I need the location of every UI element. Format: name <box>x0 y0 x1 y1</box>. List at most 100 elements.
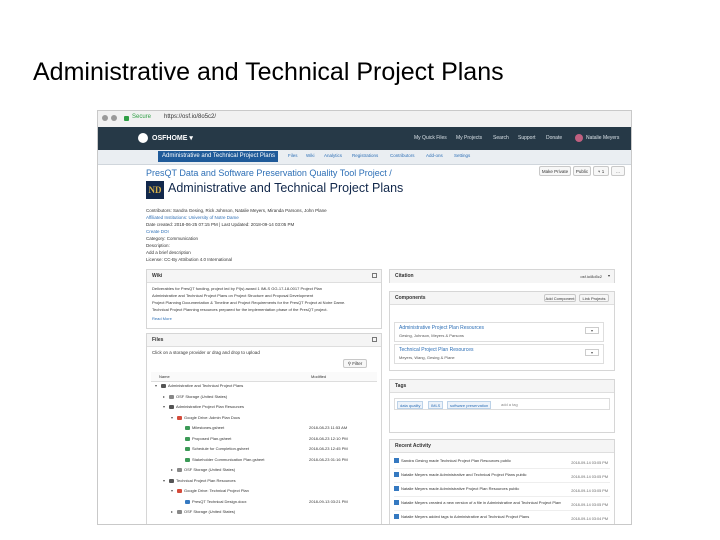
file-row[interactable]: Schedule for Completion.gsheet 2018-08-23… <box>151 445 371 454</box>
file-row[interactable]: ▾ Technical Project Plan Resources <box>151 477 371 486</box>
tags-panel: Tags data quality IMLS software preserva… <box>389 379 615 433</box>
add-tag-placeholder[interactable]: add a tag <box>501 402 518 407</box>
activity-text[interactable]: Natalie Meyers created a new version of … <box>401 500 561 505</box>
address-bar[interactable]: https://osf.io/8o5c2/ <box>164 114 216 120</box>
component-options-button[interactable]: ▾ <box>585 327 599 334</box>
file-icon <box>185 457 190 462</box>
parent-project-link[interactable]: PresQT Data and Software Preservation Qu… <box>146 168 392 178</box>
file-name[interactable]: Schedule for Completion.gsheet <box>192 446 249 451</box>
expand-icon[interactable] <box>372 337 377 342</box>
component-item[interactable]: Administrative Project Plan Resources Ge… <box>394 322 604 342</box>
tab-files[interactable]: Files <box>288 153 298 158</box>
link-projects-button[interactable]: Link Projects <box>579 294 609 302</box>
file-name[interactable]: Technical Project Plan Resources <box>176 478 236 483</box>
tab-wiki[interactable]: Wiki <box>306 153 315 158</box>
tab-settings[interactable]: Settings <box>454 153 470 158</box>
file-name[interactable]: Proposed Plan.gsheet <box>192 436 231 441</box>
description-add-link[interactable]: Add a brief description <box>146 250 191 255</box>
column-name[interactable]: Name <box>159 374 170 379</box>
expand-toggle-icon[interactable]: ▸ <box>163 394 165 399</box>
tab-registrations[interactable]: Registrations <box>352 153 378 158</box>
nav-my-projects[interactable]: My Projects <box>456 135 482 141</box>
back-icon[interactable] <box>102 115 108 121</box>
tab-addons[interactable]: Add-ons <box>426 153 443 158</box>
expand-toggle-icon[interactable]: ▾ <box>163 404 165 409</box>
file-icon <box>161 384 166 388</box>
activity-text[interactable]: Sandra Gesing made Technical Project Pla… <box>401 458 561 463</box>
activity-item: Natalie Meyers made Administrative Proje… <box>394 484 610 497</box>
nav-support[interactable]: Support <box>518 135 536 141</box>
file-row[interactable]: ▾ Administrative Project Plan Resources <box>151 403 371 412</box>
expand-toggle-icon[interactable]: ▾ <box>163 478 165 483</box>
file-row[interactable]: ▸ OSF Storage (United States) <box>151 466 371 475</box>
fork-button[interactable]: ⑂ 1 <box>593 166 609 176</box>
expand-toggle-icon[interactable]: ▾ <box>171 488 173 493</box>
file-row[interactable]: Proposed Plan.gsheet 2018-08-23 12:10 PM <box>151 435 371 444</box>
user-avatar <box>394 514 399 519</box>
contributors: Contributors: Sandra Gesing, Rick Johnso… <box>146 208 327 213</box>
expand-toggle-icon[interactable]: ▸ <box>171 467 173 472</box>
public-button[interactable]: Public <box>573 166 591 176</box>
components-panel: Components Add Component Link Projects A… <box>389 291 615 371</box>
expand-toggle-icon[interactable]: ▾ <box>171 415 173 420</box>
file-modified: 2018-08-23 01:16 PM <box>309 456 348 462</box>
file-row[interactable]: Milestones.gsheet 2018-08-23 11:53 AM <box>151 424 371 433</box>
component-options-button[interactable]: ▾ <box>585 349 599 356</box>
file-name[interactable]: Administrative Project Plan Resources <box>176 404 244 409</box>
expand-toggle-icon[interactable]: ▸ <box>171 509 173 514</box>
component-name[interactable]: Administrative Project Plan Resources <box>399 325 484 331</box>
tag-chip[interactable]: software preservation <box>447 401 492 409</box>
filter-button[interactable]: ⚲ Filter <box>343 359 367 368</box>
file-row[interactable]: ▾ Google Drive: Technical Project Plan <box>151 487 371 496</box>
tab-contributors[interactable]: Contributors <box>390 153 415 158</box>
file-name[interactable]: Stakeholder Communication Plan.gsheet <box>192 457 265 462</box>
make-private-button[interactable]: Make Private <box>539 166 571 176</box>
affiliated-institutions[interactable]: Affiliated Institutions: University of N… <box>146 215 239 220</box>
tag-chip[interactable]: data quality <box>397 401 424 409</box>
file-name[interactable]: OSF Storage (United States) <box>184 509 235 514</box>
activity-text[interactable]: Natalie Meyers made Administrative and T… <box>401 472 561 477</box>
osf-brand[interactable]: OSFHOME ▾ <box>152 134 193 142</box>
secure-label: Secure <box>132 114 152 120</box>
more-button[interactable]: ... <box>611 166 625 176</box>
file-row[interactable]: Stakeholder Communication Plan.gsheet 201… <box>151 456 371 465</box>
nav-donate[interactable]: Donate <box>546 135 562 141</box>
activity-text[interactable]: Natalie Meyers made Administrative Proje… <box>401 486 561 491</box>
activity-text[interactable]: Natalie Meyers added tags to Administrat… <box>401 514 561 519</box>
file-row[interactable]: ▸ OSF Storage (United States) <box>151 508 371 517</box>
expand-toggle-icon[interactable]: ▾ <box>155 383 157 388</box>
tag-chip[interactable]: IMLS <box>428 401 444 409</box>
column-modified[interactable]: Modified <box>311 374 326 379</box>
create-doi-link[interactable]: Create DOI <box>146 229 169 234</box>
user-name[interactable]: Natalie Meyers <box>586 135 619 141</box>
file-name[interactable]: Administrative and Technical Project Pla… <box>168 383 243 388</box>
read-more-link[interactable]: Read More <box>152 316 172 321</box>
expand-icon[interactable] <box>372 273 377 278</box>
file-name[interactable]: PresQT Technical Design.docx <box>192 499 247 504</box>
project-nav-title[interactable]: Administrative and Technical Project Pla… <box>158 151 278 162</box>
add-component-button[interactable]: Add Component <box>544 294 576 302</box>
file-icon <box>177 489 182 493</box>
forward-icon[interactable] <box>111 115 117 121</box>
file-name[interactable]: OSF Storage (United States) <box>176 394 227 399</box>
osf-logo-icon[interactable] <box>138 133 148 143</box>
tags-input[interactable]: data quality IMLS software preservation … <box>394 398 610 410</box>
file-icon <box>169 394 174 399</box>
file-name[interactable]: Google Drive: Admin Plan Docs <box>184 415 240 420</box>
file-row[interactable]: PresQT Technical Design.docx 2018-09-13 0… <box>151 498 371 507</box>
file-name[interactable]: Milestones.gsheet <box>192 425 224 430</box>
file-row[interactable]: ▾ Administrative and Technical Project Pl… <box>151 382 371 391</box>
component-name[interactable]: Technical Project Plan Resources <box>399 347 473 353</box>
files-title: Files <box>152 337 164 343</box>
file-name[interactable]: Google Drive: Technical Project Plan <box>184 488 249 493</box>
nav-quick-files[interactable]: My Quick Files <box>414 135 447 141</box>
component-item[interactable]: Technical Project Plan Resources Meyers,… <box>394 344 604 364</box>
file-row[interactable]: ▸ OSF Storage (United States) <box>151 393 371 402</box>
chevron-down-icon[interactable]: ▾ <box>608 273 610 278</box>
nav-search[interactable]: Search <box>493 135 509 141</box>
user-avatar <box>394 458 399 463</box>
file-row[interactable]: ▾ Google Drive: Admin Plan Docs <box>151 414 371 423</box>
user-avatar[interactable] <box>575 134 583 142</box>
file-name[interactable]: OSF Storage (United States) <box>184 467 235 472</box>
tab-analytics[interactable]: Analytics <box>324 153 342 158</box>
